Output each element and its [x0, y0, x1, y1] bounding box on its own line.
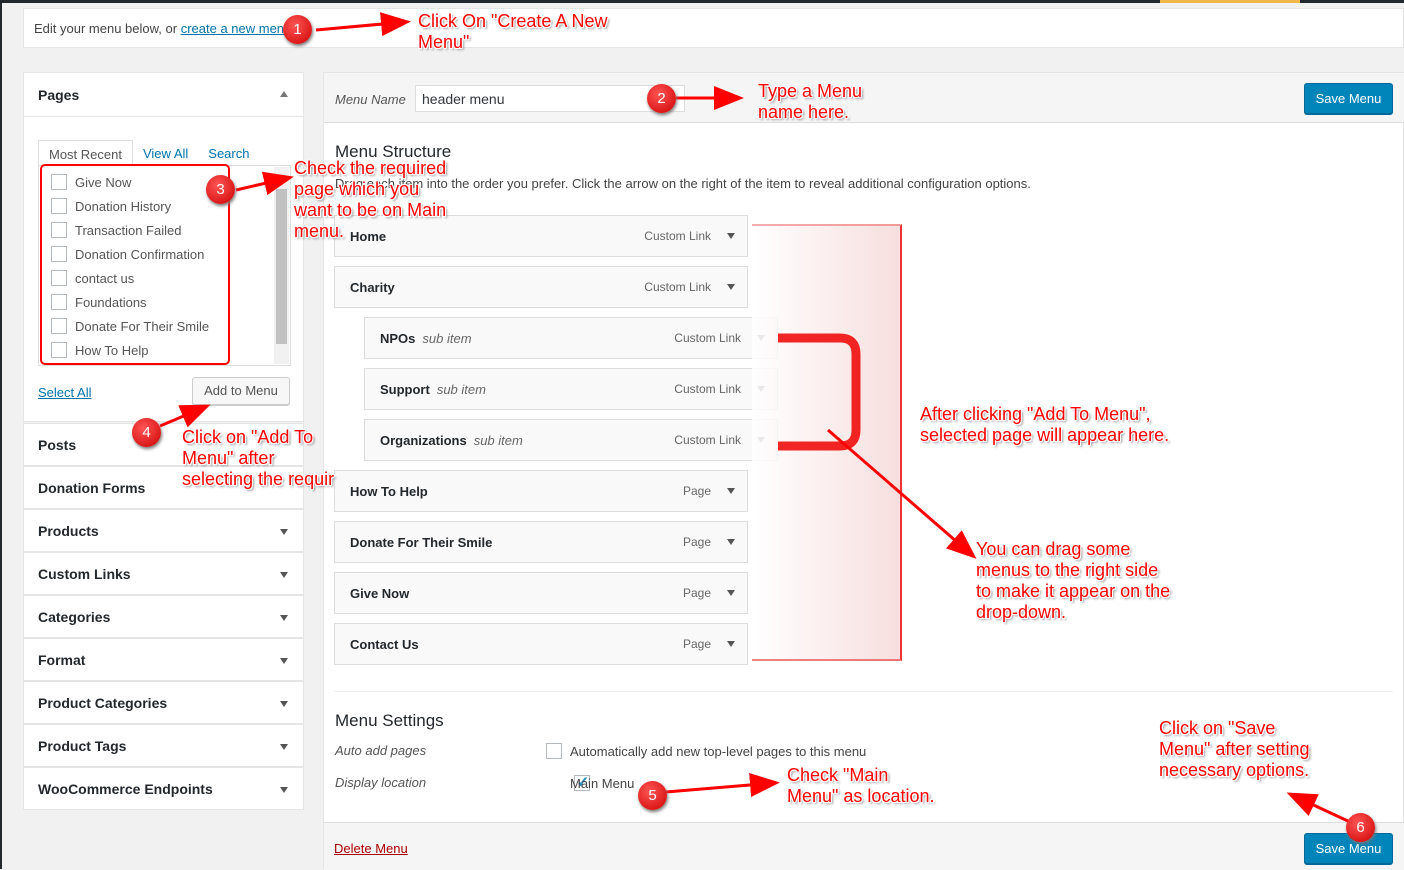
- annotation-text: Click on "Add To Menu" after selecting t…: [182, 427, 335, 489]
- arrow-1: [315, 12, 411, 37]
- step-number-badge: 6: [1346, 813, 1375, 842]
- annotation-text: Click on "Save Menu" after setting neces…: [1159, 718, 1310, 780]
- step-number-badge: 5: [638, 781, 667, 810]
- arrow-5: [665, 773, 780, 797]
- step-number-badge: 2: [647, 84, 676, 113]
- annotation-text: You can drag some menus to the right sid…: [976, 539, 1171, 622]
- annotation-text: After clicking "Add To Menu", selected p…: [920, 404, 1170, 445]
- annotation-text: Type a Menu name here.: [758, 81, 863, 122]
- selection-highlight: [40, 164, 230, 365]
- bracket-icon: [778, 333, 861, 451]
- annotation-text: Click On "Create A New Menu": [418, 11, 608, 52]
- step-number-badge: 1: [283, 15, 312, 44]
- step-number-badge: 4: [132, 418, 161, 447]
- arrow-drag: [827, 428, 977, 559]
- step-number-badge: 3: [206, 175, 235, 204]
- arrow-3: [235, 171, 294, 196]
- annotation-text: Check "Main Menu" as location.: [787, 765, 935, 806]
- arrow-4: [159, 404, 211, 428]
- arrow-6: [1286, 792, 1351, 824]
- annotation-text: Check the required page which you want t…: [294, 158, 447, 241]
